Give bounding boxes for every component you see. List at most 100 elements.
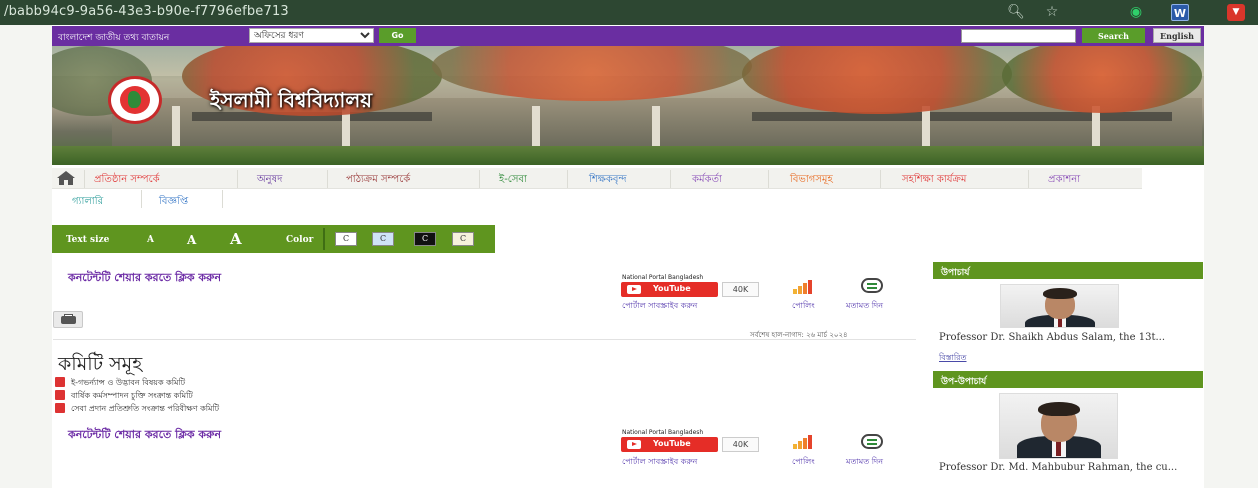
portal-link[interactable]: বাংলাদেশ জাতীয় তথ্য বাতায়ন (58, 30, 169, 45)
top-strip: বাংলাদেশ জাতীয় তথ্য বাতায়ন অফিসের ধরণ … (52, 26, 1204, 46)
share-content-link[interactable]: কনটেন্টটি শেয়ার করতে ক্লিক করুন (68, 269, 221, 288)
youtube-count: 40K (722, 282, 759, 297)
text-size-label: Text size (66, 235, 110, 245)
office-type-select[interactable]: অফিসের ধরণ (249, 28, 374, 43)
national-portal-label: National Portal Bangladesh (622, 274, 704, 281)
vc-description: Professor Dr. Shaikh Abdus Salam, the 13… (939, 332, 1166, 343)
polling-bars-icon[interactable] (793, 434, 819, 449)
print-button[interactable] (53, 311, 83, 328)
menu-separator (1028, 170, 1029, 188)
menu-separator (567, 170, 568, 188)
portal-subscribe-link[interactable]: পোর্টাল সাবস্ক্রাইব করুন (622, 300, 697, 313)
menu-item-teachers[interactable]: শিক্ষকবৃন্দ (589, 172, 626, 189)
menu-item-e-service[interactable]: ই-সেবা (499, 172, 527, 189)
menu-item-co-curricular[interactable]: সহশিক্ষা কার্যক্রম (902, 172, 966, 189)
youtube-label: YouTube (653, 439, 691, 448)
main-menu: প্রতিষ্ঠান সম্পর্কে অনুষদ পাঠ্যক্রম সম্প… (52, 168, 1204, 212)
youtube-count: 40K (722, 437, 759, 452)
youtube-play-icon (627, 440, 641, 449)
menu-separator (479, 170, 480, 188)
national-portal-label: National Portal Bangladesh (622, 429, 704, 436)
banner-windows (752, 112, 1172, 121)
banner-pillar (922, 106, 930, 146)
menu-separator (327, 170, 328, 188)
banner-lawn (52, 146, 1204, 165)
printer-icon (61, 316, 76, 324)
committee-item-label: বার্ষিক কর্মসম্পাদন চুক্তি সংক্রান্ত কমি… (71, 391, 193, 400)
pocket-extension-icon[interactable]: ▼ (1227, 4, 1245, 21)
youtube-button[interactable]: YouTube (621, 282, 718, 297)
logo-map (128, 91, 141, 108)
menu-separator (880, 170, 881, 188)
government-logo[interactable] (108, 76, 162, 124)
feedback-link[interactable]: মতামত দিন (846, 300, 883, 313)
pdf-icon (55, 403, 65, 413)
youtube-play-icon (627, 285, 641, 294)
committee-item[interactable]: সেবা প্রদান প্রতিশ্রুতি সংক্রান্ত পরিবীক… (55, 403, 219, 416)
committee-item-label: ই-গভর্ন্যান্স ও উদ্ভাবন বিষয়ক কমিটি (71, 378, 186, 387)
committee-item[interactable]: ই-গভর্ন্যান্স ও উদ্ভাবন বিষয়ক কমিটি (55, 377, 185, 390)
youtube-subscribe[interactable]: YouTube 40K (621, 437, 759, 452)
polling-link[interactable]: পোলিং (792, 456, 815, 469)
youtube-subscribe[interactable]: YouTube 40K (621, 282, 759, 297)
zoom-icon[interactable]: 🔍︎ (1007, 4, 1025, 21)
text-size-medium-button[interactable]: A (187, 233, 196, 247)
menu-item-faculty[interactable]: অনুষদ (257, 172, 282, 189)
pvc-description: Professor Dr. Md. Mahbubur Rahman, the c… (939, 462, 1178, 473)
site-banner: ইসলামী বিশ্ববিদ্যালয় (52, 46, 1204, 165)
menu-item-publications[interactable]: প্রকাশনা (1048, 172, 1080, 189)
banner-pillar (172, 106, 180, 146)
menu-item-curriculum[interactable]: পাঠ্যক্রম সম্পর্কে (346, 172, 410, 189)
menu-item-departments[interactable]: বিভাগসমূহ (790, 172, 833, 189)
grammarly-extension-icon[interactable]: ◉ (1127, 4, 1145, 21)
menu-item-about[interactable]: প্রতিষ্ঠান সম্পর্কে (94, 172, 160, 189)
bookmark-star-icon[interactable]: ☆ (1043, 4, 1061, 21)
youtube-button[interactable]: YouTube (621, 437, 718, 452)
home-icon[interactable] (56, 170, 76, 186)
color-label: Color (286, 235, 314, 245)
polling-link[interactable]: পোলিং (792, 300, 815, 313)
menu-separator (670, 170, 671, 188)
text-size-large-button[interactable]: A (230, 230, 242, 248)
color-blue-button[interactable]: C (372, 232, 394, 246)
feedback-chat-icon[interactable] (861, 434, 883, 449)
feedback-link[interactable]: মতামত দিন (846, 456, 883, 469)
menu-item-officers[interactable]: কর্মকর্তা (692, 172, 722, 189)
menu-separator (237, 170, 238, 188)
pdf-icon (55, 390, 65, 400)
textbar-divider (323, 228, 325, 250)
browser-address-bar: /babb94c9-9a56-43e3-b90e-f7796efbe713 🔍︎… (0, 0, 1258, 25)
url-text[interactable]: /babb94c9-9a56-43e3-b90e-f7796efbe713 (4, 4, 289, 19)
go-button[interactable]: Go (379, 28, 416, 43)
youtube-label: YouTube (653, 284, 691, 293)
vc-photo[interactable] (1000, 284, 1119, 328)
color-white-button[interactable]: C (335, 232, 357, 246)
feedback-chat-icon[interactable] (861, 278, 883, 293)
committee-item-label: সেবা প্রদান প্রতিশ্রুতি সংক্রান্ত পরিবীক… (71, 404, 220, 413)
committee-item[interactable]: বার্ষিক কর্মসম্পাদন চুক্তি সংক্রান্ত কমি… (55, 390, 193, 403)
menu-separator (768, 170, 769, 188)
color-cream-button[interactable]: C (452, 232, 474, 246)
share-content-link[interactable]: কনটেন্টটি শেয়ার করতে ক্লিক করুন (68, 426, 221, 445)
logo-red-circle (120, 86, 150, 114)
english-language-button[interactable]: English (1153, 28, 1201, 43)
polling-bars-icon[interactable] (793, 279, 819, 294)
content-divider (53, 339, 916, 340)
color-black-button[interactable]: C (414, 232, 436, 246)
search-button[interactable]: Search (1082, 28, 1145, 43)
word-extension-icon[interactable]: W (1171, 4, 1189, 21)
menu-item-gallery[interactable]: গ্যালারি (72, 194, 103, 211)
menu-item-notices[interactable]: বিজ্ঞপ্তি (159, 194, 188, 211)
portal-subscribe-link[interactable]: পোর্টাল সাবস্ক্রাইব করুন (622, 456, 697, 469)
search-input[interactable] (961, 29, 1076, 43)
site-title[interactable]: ইসলামী বিশ্ববিদ্যালয় (210, 86, 372, 119)
text-size-small-button[interactable]: A (147, 235, 154, 245)
pvc-heading: উপ-উপাচার্য (933, 371, 1203, 388)
banner-tree (432, 46, 752, 101)
menu-separator (84, 170, 85, 188)
vc-heading: উপাচার্য (933, 262, 1203, 279)
pdf-icon (55, 377, 65, 387)
banner-pillar (652, 106, 660, 146)
vc-details-link[interactable]: বিস্তারিত (939, 352, 967, 365)
pvc-photo[interactable] (999, 393, 1118, 459)
